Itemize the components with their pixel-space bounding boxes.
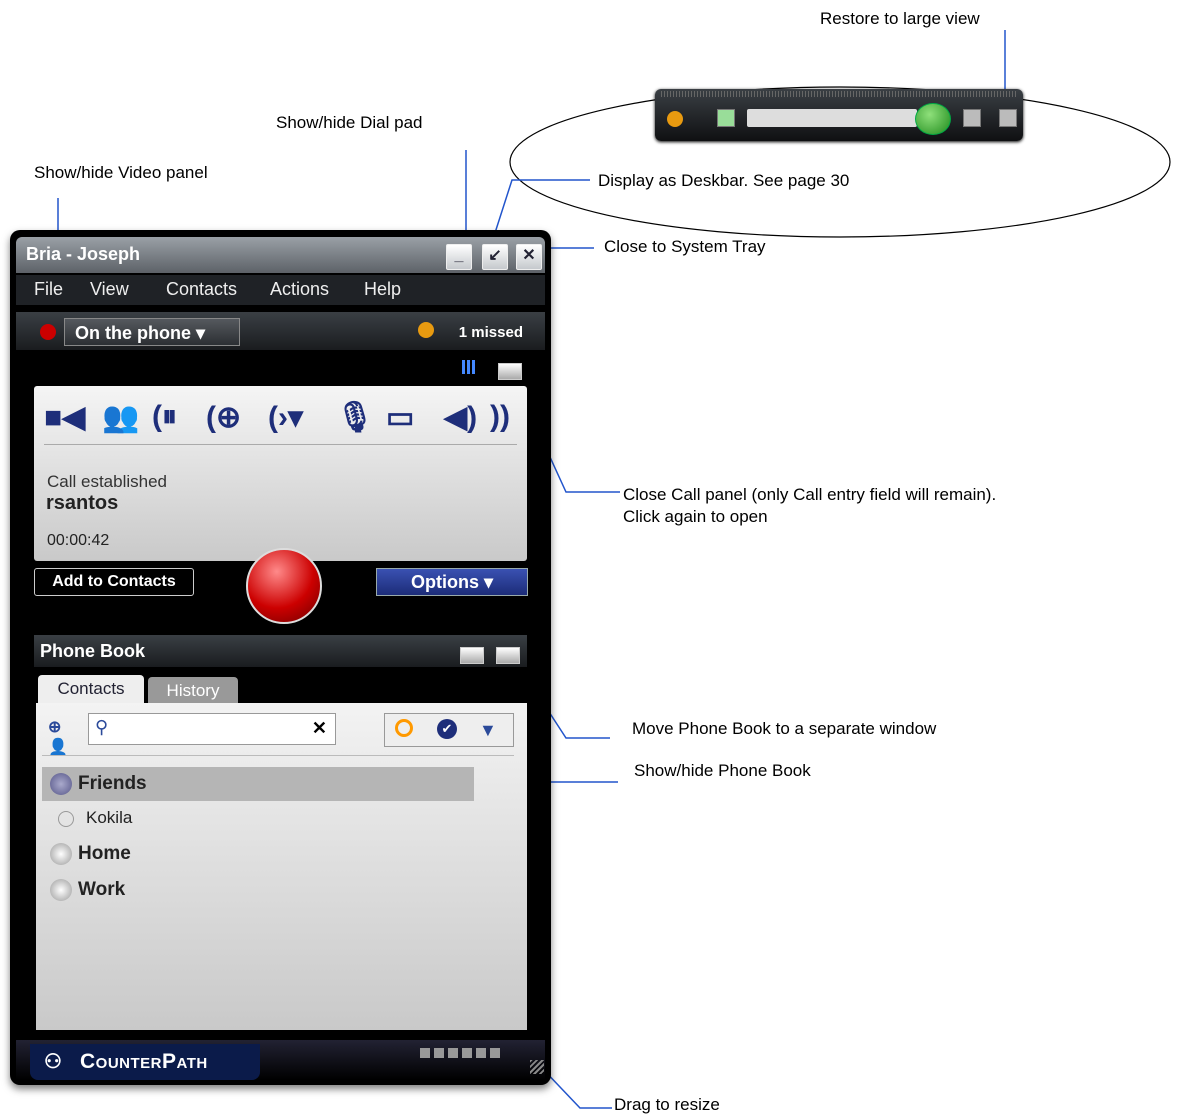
menu-actions[interactable]: Actions [270,279,329,300]
online-filter-icon[interactable] [395,719,413,737]
tab-history[interactable]: History [148,677,238,705]
menu-view[interactable]: View [90,279,129,300]
window-title: Bria - Joseph [26,244,141,264]
hangup-button[interactable] [246,548,322,624]
presence-busy-icon [40,324,56,340]
missed-call-icon[interactable] [418,322,434,338]
callout-restore: Restore to large view [820,9,980,28]
call-panel: ■◀ 👥 (⏸ (⊕ (›▾ 🎙 ▭ ◀) )) Call establishe… [34,386,527,561]
close-button[interactable]: ✕ [516,244,542,270]
group-home[interactable]: Home [42,837,474,871]
callout-video: Show/hide Video panel [34,163,208,182]
deskbar [655,89,1023,141]
group-label: Work [78,879,126,900]
mute-icon[interactable]: 🎙 [336,400,374,435]
callout-close-tray: Close to System Tray [604,237,766,256]
filter-toolbar: ✔ ▼ [384,713,514,747]
deskbar-call-field[interactable] [747,109,917,127]
logo-icon: ⚇ [44,1051,63,1073]
chevron-down-icon[interactable]: ▼ [479,720,497,741]
group-label: Friends [78,773,147,794]
callout-drag-resize: Drag to resize [614,1095,720,1114]
dialpad-icon[interactable] [462,360,476,374]
options-button[interactable]: Options ▾ [376,568,528,596]
menu-help[interactable]: Help [364,279,401,300]
presence-dropdown[interactable]: On the phone ▾ [64,318,240,346]
brand-name: CounterPath [80,1050,208,1073]
restore-icon[interactable] [999,109,1017,127]
speaker-icon[interactable]: ◀) [444,400,477,435]
callout-showhide-phonebook: Show/hide Phone Book [634,761,811,780]
volume-icon[interactable]: )) [490,400,510,434]
call-button[interactable] [915,103,951,135]
call-status: Call established [47,472,168,491]
caller-name: rsantos [46,492,119,514]
deskbar-button[interactable]: ↙ [482,244,508,270]
missed-call-icon[interactable] [667,111,683,127]
collapse-call-icon[interactable] [498,363,522,380]
contact-item[interactable]: Kokila [58,803,132,833]
search-icon: ⚲ [95,717,109,737]
volume-meter [420,1048,500,1058]
add-contact-icon[interactable]: ⊕👤 [48,717,74,756]
contact-name: Kokila [86,808,133,827]
record-icon[interactable]: ▭ [386,400,414,435]
brand-logo: ⚇ CounterPath [30,1044,260,1080]
transfer-icon[interactable]: (›▾ [268,400,303,435]
detach-phonebook-icon[interactable] [496,647,520,664]
expand-icon [50,772,72,795]
phonebook-panel: ⊕👤 ⚲ ✕ ✔ ▼ Friends Kokila Home Work [36,703,527,1030]
callout-dialpad: Show/hide Dial pad [276,113,423,132]
callout-move-phonebook: Move Phone Book to a separate window [632,719,937,738]
video-icon[interactable]: ■◀ [44,400,85,435]
phonebook-title: Phone Book [40,641,146,661]
deskbar-grip[interactable] [661,91,1017,97]
conference-icon[interactable]: 👥 [102,400,139,435]
group-friends[interactable]: Friends [42,767,474,801]
collapse-icon [50,842,72,865]
menu-file[interactable]: File [34,279,63,300]
offline-icon [58,810,74,827]
presence-label: On the phone [75,323,191,343]
presence-icon[interactable] [717,109,735,127]
menu-bar: File View Contacts Actions Help [16,275,545,305]
menu-contacts[interactable]: Contacts [166,279,237,300]
tab-contacts[interactable]: Contacts [38,675,144,703]
add-call-icon[interactable]: (⊕ [206,400,241,435]
call-timer: 00:00:42 [47,532,110,549]
add-to-contacts-button[interactable]: Add to Contacts [34,568,194,596]
status-bar: On the phone ▾ 1 missed [16,312,545,350]
group-label: Home [78,843,131,864]
divider [42,755,514,756]
bria-window: Bria - Joseph _ ↙ ✕ File View Contacts A… [10,230,551,1085]
callout-close-call: Close Call panel (only Call entry field … [623,485,997,526]
hold-icon[interactable]: (⏸ [152,400,177,434]
check-icon[interactable]: ✔ [437,719,457,739]
divider [44,444,517,445]
resize-grip[interactable] [530,1060,544,1074]
minimize-button[interactable]: _ [446,244,472,270]
missed-count[interactable]: 1 missed [459,324,523,341]
group-work[interactable]: Work [42,873,474,907]
callout-deskbar: Display as Deskbar. See page 30 [598,171,850,190]
collapse-phonebook-icon[interactable] [460,647,484,664]
dropdown-icon[interactable] [963,109,981,127]
title-bar: Bria - Joseph _ ↙ ✕ [16,237,545,273]
options-label: Options [410,572,479,592]
phonebook-header: Phone Book [34,635,527,667]
clear-icon[interactable]: ✕ [312,718,327,739]
collapse-icon [50,878,72,901]
search-input[interactable]: ⚲ ✕ [88,713,336,745]
